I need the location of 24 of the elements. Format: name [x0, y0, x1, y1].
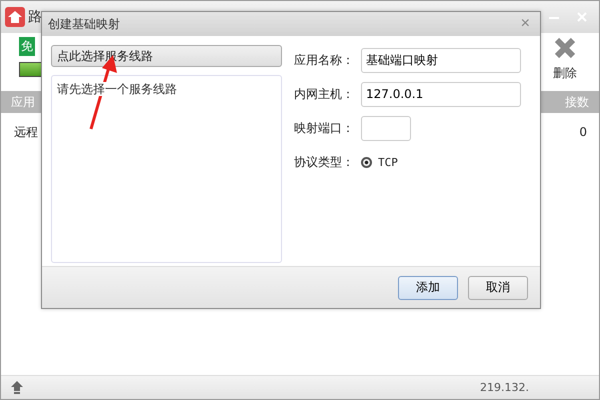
cancel-button[interactable]: 取消: [468, 276, 528, 300]
table-cell: 0: [579, 125, 587, 139]
app-title: 路: [28, 8, 42, 26]
plan-badge: 免: [19, 37, 35, 56]
delete-button[interactable]: 删除: [553, 37, 577, 87]
line-list[interactable]: 请先选择一个服务线路: [51, 75, 282, 263]
input-field[interactable]: 基础端口映射: [361, 48, 521, 72]
column-header: 应用: [11, 94, 35, 110]
add-button[interactable]: 添加: [398, 276, 458, 300]
field-label: 内网主机：: [294, 86, 355, 102]
port-field[interactable]: [361, 116, 411, 140]
upload-icon[interactable]: [11, 381, 23, 394]
column-header: 接数: [565, 94, 589, 110]
close-icon[interactable]: [577, 12, 587, 22]
table-cell: 远程: [14, 124, 38, 140]
dialog-title: 创建基础映射: [48, 16, 120, 32]
ip-address: 219.132.: [480, 381, 529, 394]
input-field[interactable]: 127.0.0.1: [361, 82, 521, 106]
cross-icon: [554, 37, 576, 59]
protocol-radio[interactable]: TCP: [361, 156, 398, 168]
list-placeholder: 请先选择一个服务线路: [57, 82, 177, 96]
field-label: 应用名称：: [294, 52, 355, 68]
field-label: 协议类型：: [294, 154, 355, 170]
field-label: 映射端口：: [294, 120, 355, 136]
